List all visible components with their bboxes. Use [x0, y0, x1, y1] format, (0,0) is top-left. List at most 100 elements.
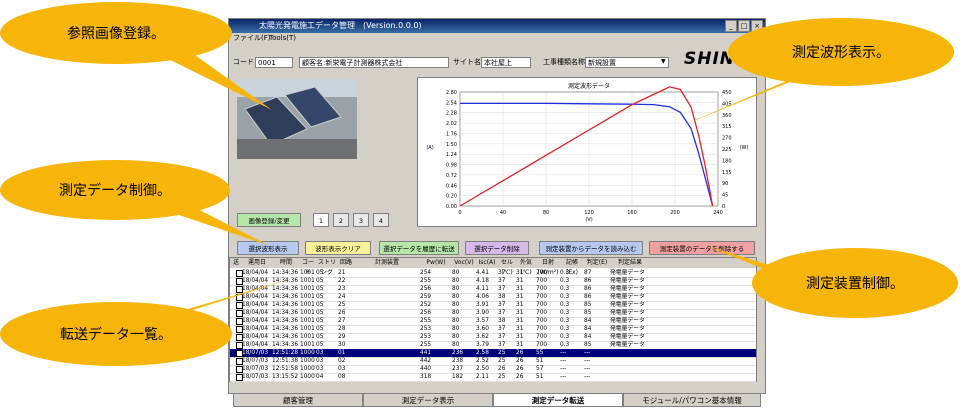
table-cell: ---	[584, 374, 591, 380]
grid-header: 送運用日 時間 コード ストリング 回路 計測装置 Pw(W) Voc(V) Isc(A) セル(…	[230, 258, 756, 276]
table-cell: 31	[516, 302, 524, 308]
menu-file[interactable]: ファイル(F)	[233, 33, 271, 44]
table-cell: 03	[316, 358, 324, 364]
table-cell: 1001	[300, 334, 315, 340]
table-cell: 80	[452, 270, 460, 276]
table-cell: 28	[338, 326, 346, 332]
table-cell: 05	[316, 294, 324, 300]
table-cell: 26	[516, 366, 524, 372]
transfer-data-grid[interactable]: 送運用日 時間 コード ストリング 回路 計測装置 Pw(W) Voc(V) Isc(A) セル(…	[229, 257, 757, 382]
table-cell: 4.11	[476, 286, 489, 292]
table-cell: 18/04/04	[242, 286, 269, 292]
table-cell: 01	[338, 350, 346, 356]
table-cell: 700	[536, 342, 548, 348]
table-cell: 05	[316, 286, 324, 292]
y-right-tick-label: 135	[722, 170, 732, 176]
table-cell: 4.06	[476, 294, 489, 300]
table-cell: 256	[420, 310, 432, 316]
waveform-plot: 0 40 80 120 160 200 240 2.80 2.54 2.28 2.02 1.76 1.5…	[426, 82, 748, 223]
table-cell: 254	[420, 270, 432, 276]
tab-measurement-transfer[interactable]: 測定データ転送	[493, 393, 623, 407]
site-photo	[237, 79, 357, 159]
table-cell: 57	[536, 366, 544, 372]
callout-device-control-text: 測定装置制御。	[806, 276, 904, 292]
y-right-tick-label: 405	[722, 101, 732, 107]
table-cell: 03	[316, 366, 324, 372]
y-left-tick-label: 0.98	[446, 163, 457, 169]
table-cell: 2.52	[476, 358, 489, 364]
page-button-2[interactable]: 2	[333, 213, 349, 227]
clear-waveform-button[interactable]: 波形表示クリア	[305, 241, 371, 255]
table-cell: 700	[536, 326, 548, 332]
y-left-tick-label: 0.00	[446, 204, 457, 210]
table-cell: 86	[584, 286, 592, 292]
table-cell: 14:34:36	[272, 302, 299, 308]
table-cell: 18/04/04	[242, 310, 269, 316]
table-cell: 発電量データ	[610, 342, 645, 348]
table-cell: 37	[498, 302, 506, 308]
minimize-button[interactable]: _	[725, 20, 737, 32]
table-cell: 80	[452, 310, 460, 316]
delete-device-data-button[interactable]: 測定装置のデータを削除する	[649, 241, 755, 255]
chevron-down-icon[interactable]: ▼	[661, 58, 666, 65]
work-select[interactable]: 新規設置	[585, 57, 669, 68]
callout-transfer-list-text: 転送データ一覧。	[60, 327, 172, 343]
table-cell: 18/04/04	[242, 270, 269, 276]
callout-data-control: 測定データ制御。	[0, 160, 230, 220]
table-cell: 252	[420, 302, 432, 308]
customer-field[interactable]: 顧客名:新栄電子計測器株式会社	[299, 57, 449, 68]
table-cell: 700	[536, 310, 548, 316]
table-cell: 86	[584, 294, 592, 300]
table-cell: 0.3	[560, 310, 570, 316]
table-cell: 03	[316, 350, 324, 356]
table-cell: 12:51:38	[272, 358, 299, 364]
table-row[interactable]: 18/07/03 13:15:52 1000 04 08 318 182 2.11 25 26 51…	[230, 373, 756, 382]
read-device-button[interactable]: 測定装置からデータを読み込む	[539, 241, 643, 255]
table-cell: 発電量データ	[610, 294, 645, 300]
table-cell: 26	[516, 350, 524, 356]
page-button-4[interactable]: 4	[373, 213, 389, 227]
y-right-tick-label: 180	[722, 158, 732, 164]
table-cell: 55	[536, 350, 544, 356]
table-cell: 3.79	[476, 342, 489, 348]
x-tick-label: 200	[670, 210, 680, 216]
table-cell: 80	[452, 342, 460, 348]
table-cell: 1001	[300, 318, 315, 324]
page-button-1[interactable]: 1	[313, 213, 329, 227]
table-cell: 03	[338, 366, 346, 372]
table-cell: 700	[536, 318, 548, 324]
page-button-3[interactable]: 3	[353, 213, 369, 227]
table-cell: 18/04/04	[242, 278, 269, 284]
show-selected-waveform-button[interactable]: 選択波形表示	[237, 241, 299, 255]
code-field[interactable]: 0001	[255, 57, 293, 68]
table-cell: 700	[536, 294, 548, 300]
table-cell: 31	[516, 334, 524, 340]
maximize-button[interactable]: □	[738, 20, 750, 32]
site-field[interactable]: 本社屋上	[481, 57, 531, 68]
x-tick-label: 40	[500, 210, 506, 216]
table-cell: 237	[452, 366, 464, 372]
menu-tools[interactable]: Tools(T)	[269, 33, 296, 44]
tab-module-info[interactable]: モジュール/パワコン基本情報	[623, 393, 761, 407]
table-cell: 700	[536, 270, 548, 276]
table-cell: 1001	[300, 342, 315, 348]
table-cell: 38	[498, 318, 506, 324]
table-cell: 14:34:36	[272, 310, 299, 316]
table-cell: 84	[584, 334, 592, 340]
table-cell: 0.3	[560, 318, 570, 324]
table-cell: 18/04/04	[242, 294, 269, 300]
transfer-history-button[interactable]: 選択データを履歴に転送	[379, 241, 459, 255]
table-cell: 256	[420, 286, 432, 292]
table-cell: 0.3	[560, 294, 570, 300]
tab-measurement-view[interactable]: 測定データ表示	[363, 393, 493, 407]
table-cell: 700	[536, 334, 548, 340]
callout-data-control-text: 測定データ制御。	[59, 183, 171, 199]
table-cell: 05	[316, 334, 324, 340]
grid-header-cell: Isc(A)	[478, 259, 496, 266]
grid-header-cell: 計測装置	[374, 259, 399, 266]
table-cell: 22	[338, 278, 346, 284]
x-tick-label: 0	[458, 210, 461, 216]
image-register-button[interactable]: 画像登録/変更	[237, 213, 301, 227]
tab-customer[interactable]: 顧客管理	[233, 393, 363, 407]
delete-selected-button[interactable]: 選択データ削除	[465, 241, 529, 255]
